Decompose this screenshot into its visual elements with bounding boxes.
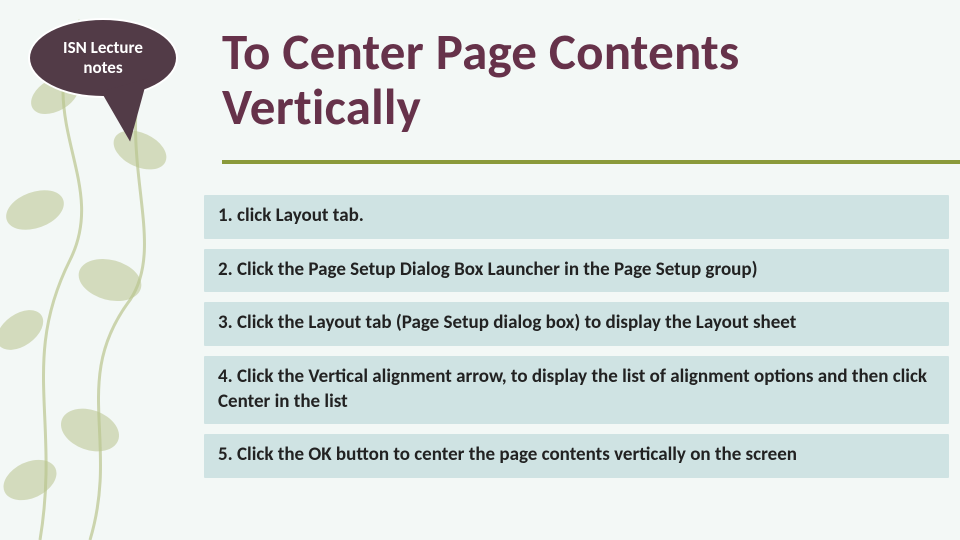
slide: ISN Lecture notes To Center Page Content… xyxy=(0,0,960,540)
step-item: 1. click Layout tab. xyxy=(204,195,949,239)
page-title: To Center Page Contents Vertically xyxy=(222,24,922,134)
title-underline xyxy=(222,160,960,164)
step-item: 4. Click the Vertical alignment arrow, t… xyxy=(204,356,949,424)
step-item: 5. Click the OK button to center the pag… xyxy=(204,434,949,478)
lecture-notes-callout: ISN Lecture notes xyxy=(28,18,178,98)
step-item: 2. Click the Page Setup Dialog Box Launc… xyxy=(204,249,949,293)
step-item: 3. Click the Layout tab (Page Setup dial… xyxy=(204,302,949,346)
steps-list: 1. click Layout tab. 2. Click the Page S… xyxy=(204,195,949,488)
callout-text: ISN Lecture notes xyxy=(42,38,164,77)
